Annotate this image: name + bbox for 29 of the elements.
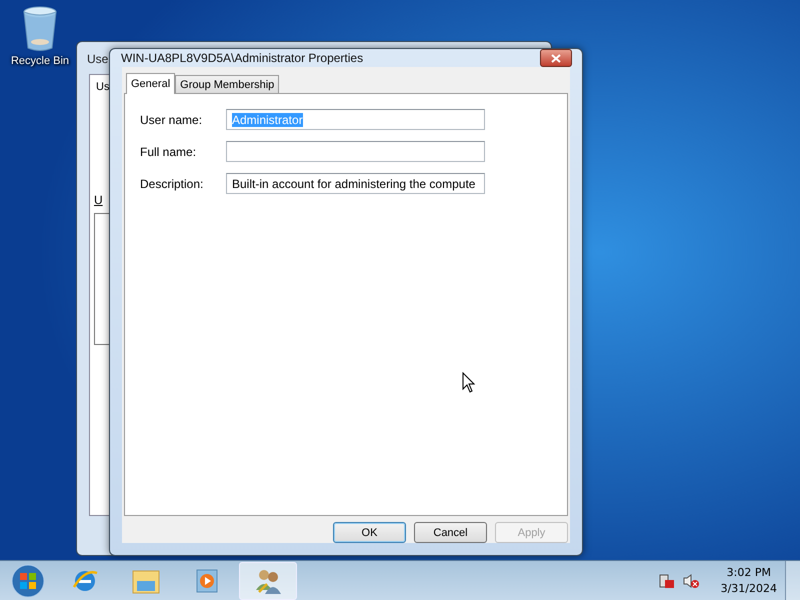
dialog-button[interactable]: OK [333,522,406,543]
tab[interactable]: General [126,73,176,94]
desktop-icon-label[interactable]: Recycle Bin [10,55,70,67]
clock[interactable]: 3:02 PM 3/31/2024 [720,564,777,596]
field-value: Administrator [232,112,303,126]
text-field[interactable]: Built-in account for administering the compute [226,173,485,194]
close-button[interactable] [540,49,572,67]
clock-time: 3:02 PM [726,564,771,580]
window-title: WIN-UA8PL8V9D5A\Administrator Properties [121,51,364,65]
tab[interactable]: Group Membership [175,75,280,93]
field-label: Full name: [140,144,198,158]
field-label: Description: [140,176,204,190]
mouse-pointer-icon [462,372,476,394]
text-field[interactable] [226,141,485,162]
windows-logo-icon [11,564,45,598]
speaker-muted-icon[interactable] [682,572,699,588]
network-error-icon[interactable] [658,572,675,588]
recycle-bin-icon[interactable] [22,6,58,52]
field-label: User name: [140,112,204,126]
field-label: U [94,193,103,207]
tab[interactable]: Us [96,81,110,93]
taskbar-button[interactable] [239,562,297,600]
window-title: Use [87,52,108,66]
clock-date: 3/31/2024 [720,580,777,596]
media-player-icon [194,566,220,594]
dialog-button[interactable]: Cancel [414,522,487,543]
close-icon [551,54,561,62]
show-desktop-button[interactable] [785,560,800,600]
field-value: Built-in account for administering the compute [232,176,476,190]
